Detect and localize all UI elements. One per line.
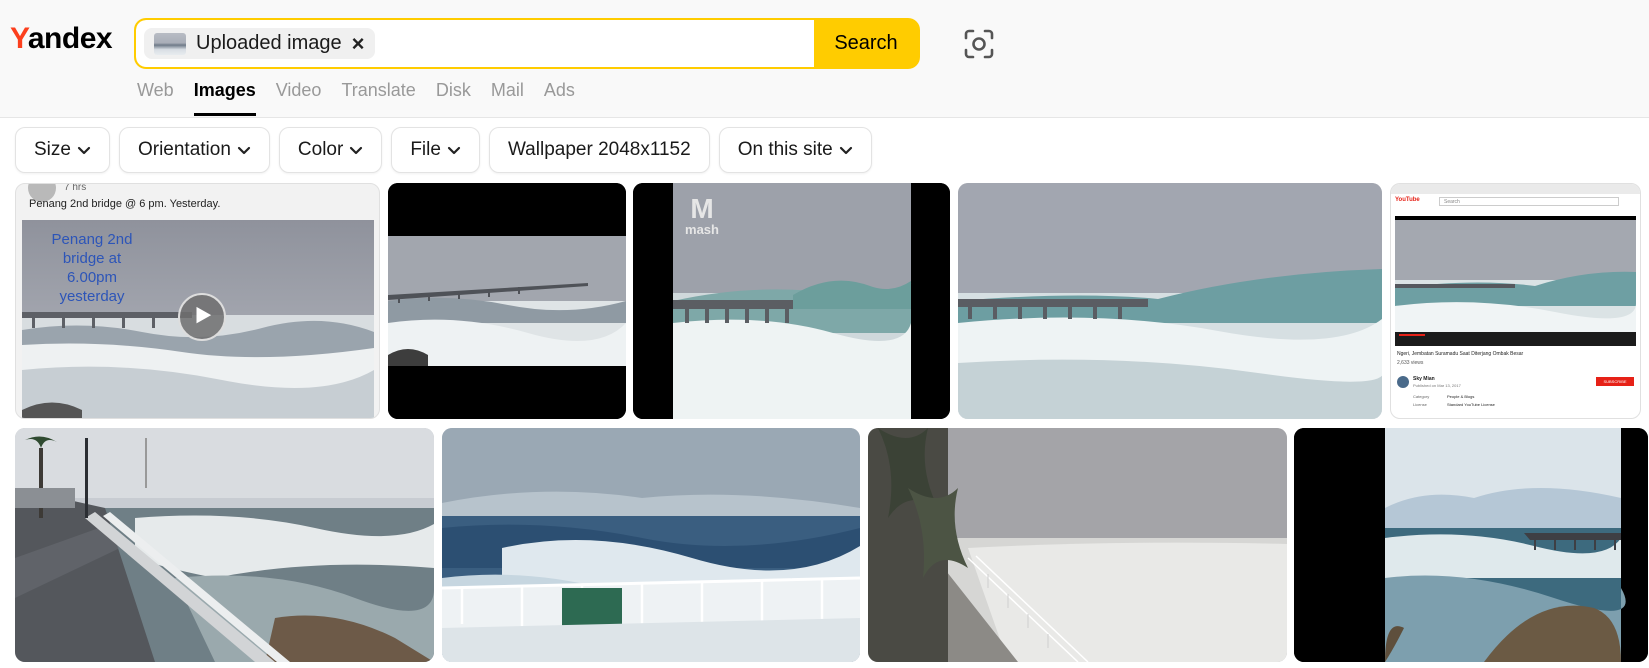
tab-web[interactable]: Web <box>137 80 174 116</box>
filter-label: Size <box>34 139 71 160</box>
header: Yandex Uploaded image × Search Web Image… <box>0 0 1649 118</box>
filter-file[interactable]: File <box>391 127 480 173</box>
image-result[interactable] <box>388 183 626 419</box>
tab-disk[interactable]: Disk <box>436 80 471 116</box>
mash-logo: M mash <box>685 193 719 237</box>
filter-orientation[interactable]: Orientation <box>118 127 270 173</box>
channel-name: Sky Mian <box>1413 376 1435 382</box>
yandex-logo[interactable]: Yandex <box>10 22 113 56</box>
service-tabs: Web Images Video Translate Disk Mail Ads <box>137 80 575 116</box>
search-input[interactable]: Uploaded image × <box>136 20 814 67</box>
uploaded-image-chip[interactable]: Uploaded image × <box>144 28 375 59</box>
filter-wallpaper[interactable]: Wallpaper 2048x1152 <box>488 127 710 173</box>
publish-date: Published on Mar 13, 2017 <box>1413 383 1461 388</box>
subscribe-button: SUBSCRIBE <box>1596 377 1634 386</box>
filter-bar: Size Orientation Color File Wallpaper 20… <box>15 127 872 173</box>
category-value: People & Blogs <box>1447 394 1475 399</box>
filter-label: On this site <box>737 139 833 160</box>
category-label: Category <box>1413 394 1430 399</box>
post-caption: Penang 2nd bridge @ 6 pm. Yesterday. <box>29 198 221 210</box>
chevron-down-icon <box>447 146 461 155</box>
post-time: 7 hrs <box>64 183 87 193</box>
post-image: Penang 2nd bridge at 6.00pm yesterday <box>22 220 374 418</box>
chevron-down-icon <box>350 146 363 155</box>
image-result[interactable]: M mash <box>633 183 950 419</box>
filter-label: File <box>410 139 441 160</box>
close-icon[interactable]: × <box>352 32 365 55</box>
play-icon[interactable] <box>178 293 226 341</box>
filter-label: Color <box>297 139 344 160</box>
image-result[interactable]: YouTube Search Ngeri, Jembatan Suramadu … <box>1390 183 1641 419</box>
chevron-down-icon <box>77 146 91 155</box>
tab-images[interactable]: Images <box>193 80 256 116</box>
camera-search-icon[interactable] <box>963 28 995 60</box>
image-result[interactable] <box>442 428 860 662</box>
image-result[interactable]: 7 hrs Penang 2nd bridge @ 6 pm. Yesterda… <box>15 183 380 419</box>
tab-mail[interactable]: Mail <box>491 80 524 116</box>
youtube-logo: YouTube <box>1395 197 1420 203</box>
chevron-down-icon <box>237 146 251 155</box>
filter-on-this-site[interactable]: On this site <box>718 127 872 173</box>
filter-label: Orientation <box>137 139 231 160</box>
yt-search-box: Search <box>1439 197 1619 206</box>
browser-bar <box>1391 184 1640 194</box>
tab-video[interactable]: Video <box>276 80 322 116</box>
license-value: Standard YouTube License <box>1447 402 1495 407</box>
overlay-text: Penang 2nd bridge at 6.00pm yesterday <box>51 231 133 305</box>
video-title: Ngeri, Jembatan Suramadu Saat Diterjang … <box>1397 351 1524 357</box>
chevron-down-icon <box>839 146 852 155</box>
filter-size[interactable]: Size <box>15 127 110 173</box>
search-bar: Uploaded image × Search <box>134 18 920 69</box>
tab-translate[interactable]: Translate <box>341 80 415 116</box>
video-player <box>1395 216 1636 346</box>
image-result[interactable] <box>868 428 1287 662</box>
filter-color[interactable]: Color <box>278 127 383 173</box>
tab-ads[interactable]: Ads <box>544 80 575 116</box>
image-result[interactable] <box>15 428 434 662</box>
channel-avatar <box>1397 376 1409 388</box>
search-button[interactable]: Search <box>814 20 918 67</box>
video-views: 2,633 views <box>1397 360 1424 366</box>
filter-label: Wallpaper 2048x1152 <box>507 139 691 160</box>
image-result[interactable] <box>958 183 1382 419</box>
uploaded-image-thumbnail <box>154 32 186 55</box>
uploaded-image-label: Uploaded image <box>196 32 342 54</box>
license-label: License <box>1413 402 1427 407</box>
image-result[interactable] <box>1294 428 1648 662</box>
